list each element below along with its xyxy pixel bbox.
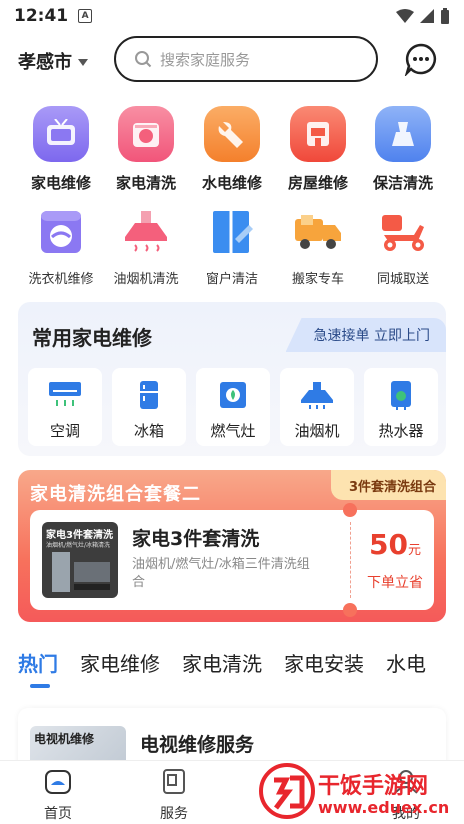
- range-hood-icon: [301, 382, 333, 409]
- category-item-appliance-cleaning[interactable]: 家电清洗: [103, 106, 189, 193]
- watermark-logo: [259, 763, 315, 819]
- category-tabs: 热门 家电维修 家电清洗 家电安装 水电: [18, 648, 426, 688]
- watermark-brand: 干饭手游网: [318, 774, 429, 799]
- price-unit: 元: [407, 543, 421, 558]
- appliance-list: 空调 冰箱 燃气灶 油烟机 热水器: [28, 368, 438, 446]
- home-icon: [45, 770, 71, 794]
- section-title: 常用家电维修: [32, 326, 152, 350]
- chevron-down-icon: [78, 58, 88, 66]
- combo-title: 家电清洗组合套餐二: [30, 484, 201, 505]
- search-input[interactable]: 搜索家庭服务: [114, 36, 378, 82]
- category-label: 房屋维修: [287, 174, 348, 192]
- city-selector[interactable]: 孝感市: [18, 48, 88, 74]
- message-icon[interactable]: [404, 42, 438, 76]
- common-repair-panel: 常用家电维修 急速接单 立即上门 空调 冰箱 燃气灶 油烟机 热水器: [18, 302, 446, 456]
- combo-badge: 3件套清洗组合: [330, 470, 446, 500]
- category-item-washing-machine[interactable]: 洗衣机维修: [18, 204, 104, 287]
- tab-appliance-install[interactable]: 家电安装: [284, 648, 364, 688]
- category-item-house-repair[interactable]: 房屋维修: [275, 106, 361, 193]
- nav-home[interactable]: 首页: [18, 767, 98, 823]
- appliance-label: 冰箱: [133, 422, 164, 440]
- appliance-label: 热水器: [378, 422, 424, 440]
- status-bar: 12:41 A: [0, 0, 464, 32]
- notification-icon: A: [78, 9, 93, 23]
- ticket-notch: [343, 603, 357, 617]
- gas-stove-icon: [220, 382, 246, 408]
- price-value: 50: [369, 528, 408, 561]
- combo-package-card[interactable]: 家电清洗组合套餐二 3件套清洗组合 家电3件套清洗 油烟机/燃气灶/冰箱清洗 家…: [18, 470, 446, 622]
- search-icon: [135, 51, 152, 68]
- appliance-item-air-conditioner[interactable]: 空调: [28, 368, 102, 446]
- tab-appliance-cleaning[interactable]: 家电清洗: [182, 648, 262, 688]
- appliance-item-range-hood[interactable]: 油烟机: [280, 368, 354, 446]
- category-item-city-delivery[interactable]: 同城取送: [360, 204, 446, 287]
- water-heater-icon: [391, 381, 411, 410]
- appliance-label: 燃气灶: [210, 422, 256, 440]
- category-item-window-cleaning[interactable]: 窗户清洁: [189, 204, 275, 287]
- category-label: 洗衣机维修: [28, 272, 94, 287]
- category-label: 家电清洗: [115, 174, 176, 192]
- service-name: 电视维修服务: [140, 734, 255, 756]
- clock: 12:41: [14, 6, 69, 26]
- signal-icon: [420, 9, 434, 23]
- watermark: 干饭手游网 www.eduex.cn: [256, 762, 464, 822]
- category-label: 保洁清洗: [372, 174, 433, 192]
- fridge-icon: [140, 381, 158, 409]
- appliance-label: 油烟机: [294, 422, 340, 440]
- washer-clean-icon: [118, 106, 174, 162]
- wrench-icon: [204, 106, 260, 162]
- dashed-divider: [350, 522, 351, 598]
- tab-plumbing[interactable]: 水电: [386, 648, 426, 688]
- washing-machine-icon: [33, 204, 89, 260]
- appliance-item-gas-stove[interactable]: 燃气灶: [196, 368, 270, 446]
- scooter-icon: [375, 204, 431, 260]
- cleaning-icon: [375, 106, 431, 162]
- wifi-icon: [396, 9, 414, 23]
- battery-icon: [441, 8, 449, 24]
- thumbnail-title: 电视机维修: [34, 732, 95, 746]
- range-hood-icon: [118, 204, 174, 260]
- category-label: 窗户清洁: [205, 272, 258, 287]
- watermark-url: www.eduex.cn: [318, 798, 450, 817]
- nav-service[interactable]: 服务: [134, 767, 214, 823]
- active-tab-indicator: [30, 684, 50, 688]
- category-label: 家电维修: [30, 174, 91, 192]
- category-label: 搬家专车: [291, 272, 344, 287]
- house-repair-icon: [290, 106, 346, 162]
- header: 孝感市 搜索家庭服务: [0, 32, 464, 92]
- combo-price: 50元: [360, 528, 430, 561]
- nav-label: 首页: [44, 806, 72, 822]
- combo-thumbnail: 家电3件套清洗 油烟机/燃气灶/冰箱清洗: [42, 522, 118, 598]
- combo-description: 油烟机/燃气灶/冰箱三件清洗组合: [132, 557, 310, 590]
- air-conditioner-icon: [49, 382, 81, 406]
- combo-detail[interactable]: 家电3件套清洗 油烟机/燃气灶/冰箱清洗 家电3件套清洗 油烟机/燃气灶/冰箱三…: [30, 510, 434, 610]
- city-label: 孝感市: [18, 52, 72, 73]
- appliance-item-fridge[interactable]: 冰箱: [112, 368, 186, 446]
- appliance-label: 空调: [49, 422, 80, 440]
- appliances-photo: [52, 552, 110, 592]
- service-icon: [163, 769, 185, 794]
- fast-service-tag[interactable]: 急速接单 立即上门: [285, 318, 446, 352]
- nav-label: 服务: [160, 806, 188, 822]
- appliance-item-water-heater[interactable]: 热水器: [364, 368, 438, 446]
- main-content: 家电维修 家电清洗 水电维修 房屋维修 保洁清洗 洗衣机维修 油烟机清洗 窗户清…: [0, 92, 464, 778]
- category-item-plumbing-electric[interactable]: 水电维修: [189, 106, 275, 193]
- tv-icon: [33, 106, 89, 162]
- ticket-notch: [343, 503, 357, 517]
- category-label: 油烟机清洗: [113, 272, 179, 287]
- category-label: 同城取送: [376, 272, 429, 287]
- category-item-appliance-repair[interactable]: 家电维修: [18, 106, 104, 193]
- category-label: 水电维修: [201, 174, 262, 192]
- window-icon: [204, 204, 260, 260]
- truck-icon: [290, 204, 346, 260]
- category-item-house-cleaning[interactable]: 保洁清洗: [360, 106, 446, 193]
- category-item-moving-truck[interactable]: 搬家专车: [275, 204, 361, 287]
- tab-hot[interactable]: 热门: [18, 648, 58, 688]
- combo-name: 家电3件套清洗: [132, 528, 260, 550]
- tab-appliance-repair[interactable]: 家电维修: [80, 648, 160, 688]
- buy-button[interactable]: 下单立省: [360, 572, 430, 592]
- category-item-range-hood-cleaning[interactable]: 油烟机清洗: [103, 204, 189, 287]
- search-placeholder: 搜索家庭服务: [160, 50, 251, 69]
